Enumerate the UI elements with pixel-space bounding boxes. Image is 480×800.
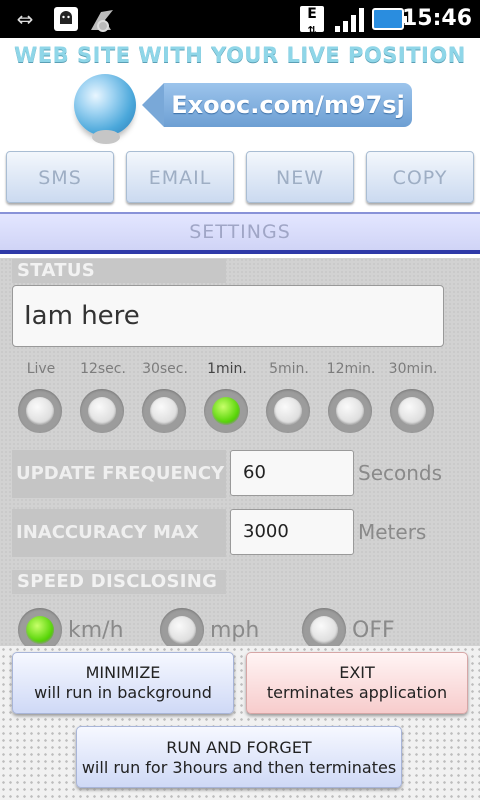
signal-icon <box>335 8 365 32</box>
run-and-forget-button[interactable]: RUN AND FORGET will run for 3hours and t… <box>76 726 402 788</box>
new-button[interactable]: NEW <box>246 151 354 203</box>
run-subtitle: will run for 3hours and then terminates <box>81 758 397 777</box>
android-debug-icon <box>52 6 80 32</box>
minimize-button[interactable]: MINIMIZE will run in background <box>12 652 234 714</box>
freq-radio-5min[interactable] <box>266 389 310 433</box>
settings-tab[interactable]: SETTINGS <box>0 212 480 254</box>
battery-charging-icon <box>372 8 407 30</box>
freq-label-30min: 30min. <box>388 361 438 377</box>
speed-label-off: OFF <box>352 618 395 643</box>
inaccuracy-max-label: INACCURACY MAX <box>12 509 226 557</box>
minimize-title: MINIMIZE <box>85 663 161 682</box>
freq-radio-30sec[interactable] <box>142 389 186 433</box>
live-url-link[interactable]: Exooc.com/m97sj <box>142 83 412 127</box>
exit-title: EXIT <box>339 663 375 682</box>
exit-button[interactable]: EXIT terminates application <box>246 652 468 714</box>
status-section-label: STATUS <box>12 259 226 283</box>
live-url-text[interactable]: Exooc.com/m97sj <box>164 83 412 127</box>
freq-label-30sec: 30sec. <box>142 361 188 377</box>
freq-label-12min: 12min. <box>326 361 376 377</box>
globe-stand <box>92 130 120 144</box>
speed-label-kmh: km/h <box>68 618 124 643</box>
sms-button[interactable]: SMS <box>6 151 114 203</box>
update-frequency-unit: Seconds <box>358 461 443 485</box>
freq-label-12sec: 12sec. <box>80 361 126 377</box>
freq-label-1min: 1min. <box>207 361 247 377</box>
email-button[interactable]: EMAIL <box>126 151 234 203</box>
freq-label-live: Live <box>26 361 56 377</box>
update-frequency-label: UPDATE FREQUENCY <box>12 450 226 498</box>
globe-icon <box>74 74 136 136</box>
run-title: RUN AND FORGET <box>166 738 312 757</box>
minimize-subtitle: will run in background <box>34 683 212 702</box>
freq-radio-12sec[interactable] <box>80 389 124 433</box>
copy-button[interactable]: COPY <box>366 151 474 203</box>
usb-icon: ⇔ <box>16 7 34 31</box>
update-frequency-input[interactable]: 60 <box>230 450 354 496</box>
freq-radio-1min[interactable] <box>204 389 248 433</box>
app-notification-icon <box>86 6 118 32</box>
speed-label-mph: mph <box>210 618 260 643</box>
freq-label-5min: 5min. <box>269 361 309 377</box>
inaccuracy-max-input[interactable]: 3000 <box>230 509 354 555</box>
status-bar: ⇔ E ⇅ 15:46 <box>0 0 480 38</box>
freq-radio-30min[interactable] <box>390 389 434 433</box>
freq-radio-live[interactable] <box>18 389 62 433</box>
freq-radio-12min[interactable] <box>328 389 372 433</box>
status-input[interactable]: Iam here <box>12 285 444 347</box>
edge-data-icon: E ⇅ <box>300 6 324 37</box>
inaccuracy-max-unit: Meters <box>358 520 427 544</box>
speed-section-label: SPEED DISCLOSING <box>12 570 226 594</box>
clock: 15:46 <box>401 6 472 31</box>
url-tag-arrow <box>142 83 164 127</box>
exit-subtitle: terminates application <box>266 683 448 702</box>
page-title: WEB SITE WITH YOUR LIVE POSITION <box>14 43 466 67</box>
